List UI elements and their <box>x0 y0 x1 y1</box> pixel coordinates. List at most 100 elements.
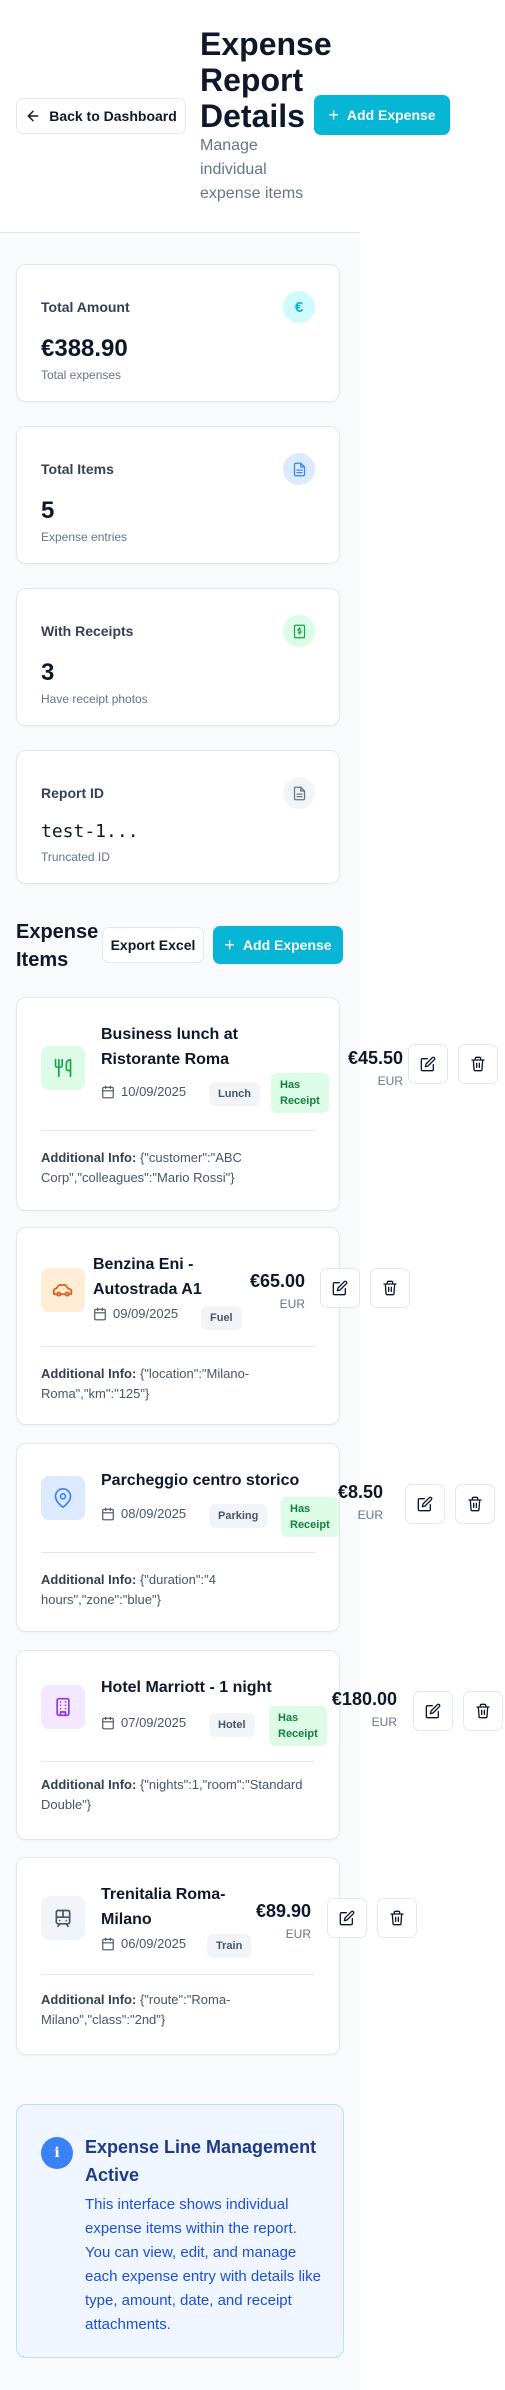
stat-label: Total Amount <box>41 299 130 315</box>
expense-amount: €8.50 <box>337 1482 383 1502</box>
map-pin-icon <box>41 1476 85 1520</box>
stat-sub: Truncated ID <box>41 850 110 864</box>
edit-icon <box>420 1056 436 1072</box>
back-to-dashboard-button[interactable]: Back to Dashboard <box>16 98 186 134</box>
expense-date: 08/09/2025 <box>101 1506 186 1521</box>
euro-icon: € <box>283 291 315 323</box>
stat-value: test-1... <box>41 821 139 842</box>
expense-date: 09/09/2025 <box>93 1306 178 1321</box>
info-icon: i <box>41 2137 73 2169</box>
additional-info: Additional Info: {"duration":"4 hours","… <box>41 1570 315 1610</box>
add-expense-button[interactable]: + Add Expense <box>213 926 343 964</box>
expense-item-card: Parcheggio centro storico 08/09/2025 Par… <box>16 1443 495 1632</box>
edit-button[interactable] <box>413 1691 453 1731</box>
edit-icon <box>425 1703 441 1719</box>
expense-amount: €89.90 <box>255 1901 311 1921</box>
stat-card-with-receipts: With Receipts 3 Have receipt photos <box>16 588 340 726</box>
stat-sub: Total expenses <box>41 368 122 382</box>
card-divider <box>41 1761 315 1762</box>
expense-date-text: 08/09/2025 <box>121 1506 187 1521</box>
document-icon <box>283 453 315 485</box>
stat-label: Total Items <box>41 461 114 477</box>
expense-item-card: Business lunch at Ristorante Roma 10/09/… <box>16 997 498 1211</box>
expense-date-text: 09/09/2025 <box>113 1306 179 1321</box>
train-icon <box>41 1896 85 1940</box>
trash-icon <box>476 1703 490 1719</box>
expense-date: 07/09/2025 <box>101 1715 186 1730</box>
expense-date-text: 06/09/2025 <box>121 1936 187 1951</box>
expense-currency: EUR <box>279 1297 305 1311</box>
card-divider <box>41 1130 315 1131</box>
expense-title: Parcheggio centro storico <box>101 1472 300 1489</box>
building-icon <box>41 1685 85 1729</box>
trash-icon <box>390 1910 404 1926</box>
additional-info-label: Additional Info: <box>41 1366 137 1381</box>
additional-info: Additional Info: {"route":"Roma-Milano",… <box>41 1990 315 2030</box>
page-title: Expense Report Details <box>200 26 332 134</box>
export-excel-button[interactable]: Export Excel <box>102 927 204 963</box>
trash-icon <box>468 1496 482 1512</box>
stat-card-report-id: Report ID test-1... Truncated ID <box>16 750 340 884</box>
card-divider <box>41 1346 315 1347</box>
edit-icon <box>332 1280 348 1296</box>
arrow-left-icon <box>27 110 39 122</box>
trash-icon <box>471 1056 485 1072</box>
expense-item-card: Hotel Marriott - 1 night 07/09/2025 Hote… <box>16 1650 503 1840</box>
export-excel-label: Export Excel <box>110 937 196 953</box>
expense-currency: EUR <box>371 1715 397 1729</box>
expense-title: Business lunch at Ristorante Roma <box>101 1026 238 1068</box>
additional-info: Additional Info: {"nights":1,"room":"Sta… <box>41 1775 315 1815</box>
expense-title: Hotel Marriott - 1 night <box>101 1679 272 1696</box>
expense-currency: EUR <box>357 1508 383 1522</box>
edit-button[interactable] <box>405 1484 445 1524</box>
expense-date-text: 07/09/2025 <box>121 1715 187 1730</box>
delete-button[interactable] <box>377 1898 417 1938</box>
section-title: Expense Items <box>16 921 99 971</box>
card-divider <box>41 1974 315 1975</box>
stat-label: With Receipts <box>41 623 134 639</box>
info-callout: i Expense Line Management Active This in… <box>16 2104 344 2358</box>
header-divider <box>0 232 360 233</box>
additional-info-label: Additional Info: <box>41 1777 137 1792</box>
expense-date: 06/09/2025 <box>101 1936 186 1951</box>
expense-amount: €45.50 <box>347 1048 403 1068</box>
card-divider <box>41 1552 315 1553</box>
expense-currency: EUR <box>377 1074 403 1088</box>
stat-label: Report ID <box>41 785 104 801</box>
add-expense-label: Add Expense <box>346 107 436 123</box>
delete-button[interactable] <box>463 1691 503 1731</box>
expense-currency: EUR <box>285 1927 311 1941</box>
edit-button[interactable] <box>320 1268 360 1308</box>
back-button-label: Back to Dashboard <box>49 108 177 124</box>
car-icon <box>41 1268 85 1312</box>
plus-icon: + <box>224 935 235 955</box>
edit-button[interactable] <box>327 1898 367 1938</box>
additional-info: Additional Info: {"customer":"ABC Corp",… <box>41 1148 315 1188</box>
delete-button[interactable] <box>455 1484 495 1524</box>
delete-button[interactable] <box>370 1268 410 1308</box>
receipt-icon <box>283 615 315 647</box>
edit-icon <box>339 1910 355 1926</box>
edit-button[interactable] <box>408 1044 448 1084</box>
expense-date-text: 10/09/2025 <box>121 1084 187 1099</box>
delete-button[interactable] <box>458 1044 498 1084</box>
stat-card-total-amount: Total Amount € €388.90 Total expenses <box>16 264 340 402</box>
additional-info-label: Additional Info: <box>41 1992 137 2007</box>
expense-title: Benzina Eni - Autostrada A1 <box>93 1256 202 1298</box>
info-title: Expense Line Management Active <box>85 2137 317 2185</box>
add-expense-label: Add Expense <box>242 937 332 953</box>
calendar-icon <box>102 1937 114 1950</box>
type-badge: Parking <box>209 1504 268 1528</box>
calendar-icon <box>94 1307 106 1320</box>
expense-title: Trenitalia Roma-Milano <box>101 1886 226 1928</box>
header-add-expense-button[interactable]: + Add Expense <box>314 95 450 135</box>
expense-amount: €180.00 <box>331 1689 397 1709</box>
stat-card-total-items: Total Items 5 Expense entries <box>16 426 340 564</box>
stat-value: 3 <box>41 659 55 686</box>
type-badge: Lunch <box>209 1082 260 1106</box>
expense-item-card: Trenitalia Roma-Milano 06/09/2025 Train … <box>16 1857 417 2055</box>
additional-info-label: Additional Info: <box>41 1150 137 1165</box>
trash-icon <box>383 1280 397 1296</box>
document-icon <box>283 777 315 809</box>
additional-info: Additional Info: {"location":"Milano-Rom… <box>41 1364 315 1404</box>
